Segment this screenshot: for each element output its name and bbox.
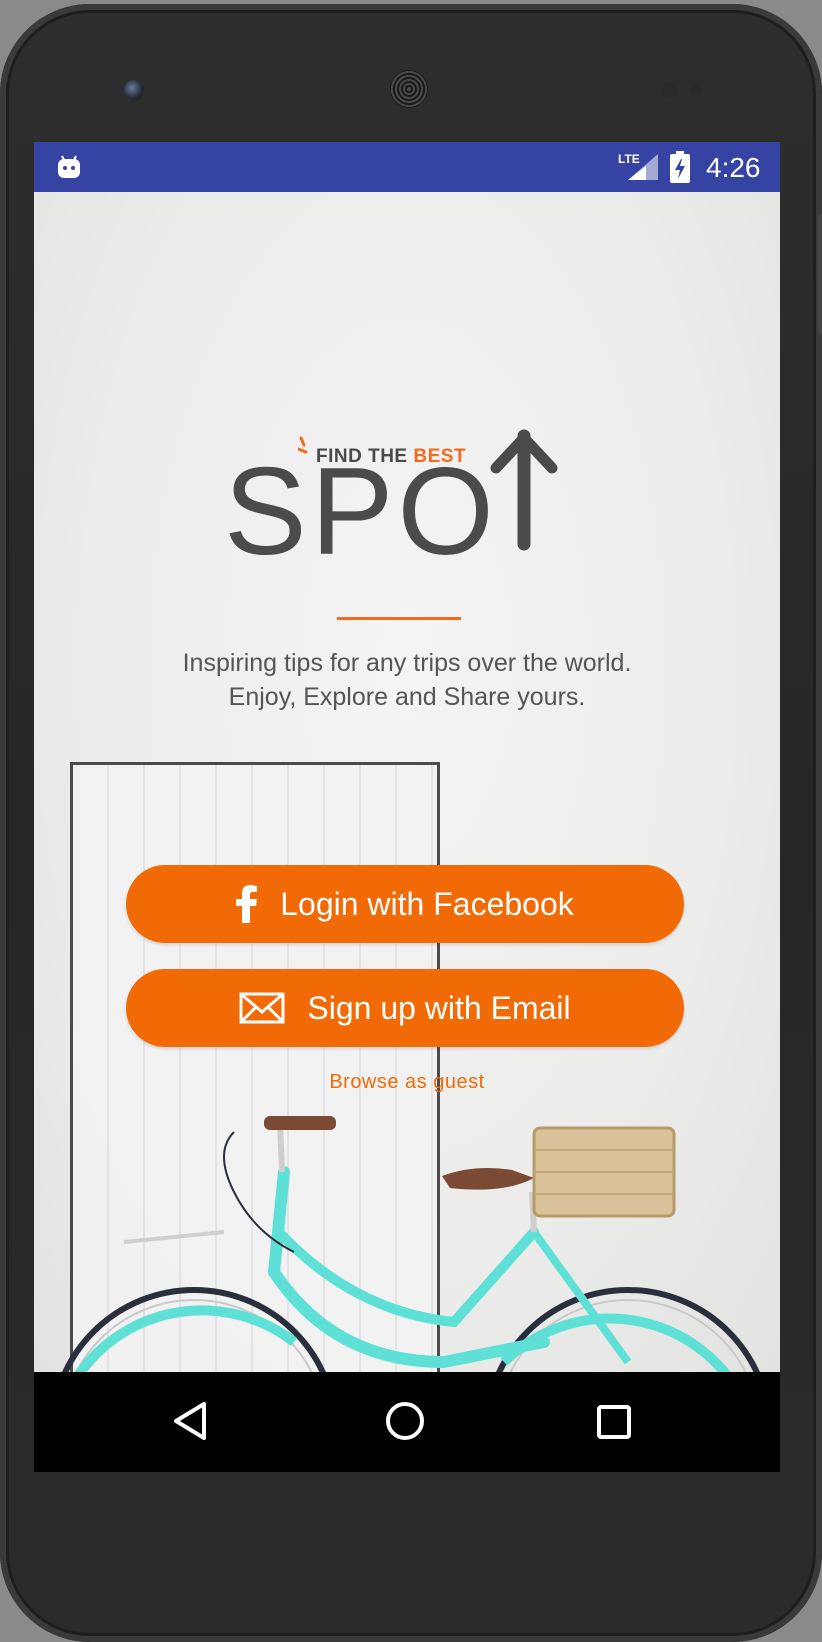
bicycle-photo [34, 1112, 780, 1372]
status-time: 4:26 [706, 152, 761, 183]
recents-icon[interactable] [596, 1404, 632, 1444]
welcome-screen: FIND THE BEST SPO Inspiring tips for any… [34, 192, 780, 1372]
battery-charging-icon [670, 151, 690, 187]
login-facebook-button[interactable]: Login with Facebook [126, 865, 684, 943]
intro-line-2: Enjoy, Explore and Share yours. [228, 683, 586, 711]
intro-text: Inspiring tips for any trips over the wo… [94, 646, 720, 714]
earpiece-speaker [390, 70, 428, 108]
login-facebook-label: Login with Facebook [280, 885, 574, 922]
phone-frame: LTE 4:26 FIND THE BEST SPO Inspiring tip… [0, 4, 822, 1642]
android-notification-icon [56, 154, 82, 184]
front-camera [124, 80, 144, 100]
signup-email-button[interactable]: Sign up with Email [126, 969, 684, 1047]
lte-label: LTE [618, 152, 640, 166]
lte-signal-icon: LTE [618, 152, 664, 186]
home-icon[interactable] [384, 1400, 426, 1446]
facebook-icon [236, 885, 258, 923]
status-bar: LTE 4:26 [34, 142, 780, 192]
power-button [818, 214, 822, 334]
screen: LTE 4:26 FIND THE BEST SPO Inspiring tip… [34, 142, 780, 1472]
envelope-icon [239, 992, 285, 1024]
arrow-up-icon [490, 428, 558, 562]
logo-divider [337, 617, 461, 620]
light-sensor [690, 84, 702, 96]
proximity-sensor [662, 82, 678, 98]
logo-wordmark: SPO [224, 443, 498, 581]
intro-line-1: Inspiring tips for any trips over the wo… [182, 649, 632, 677]
signup-email-label: Sign up with Email [307, 989, 571, 1026]
back-icon[interactable] [170, 1400, 210, 1446]
browse-as-guest-link[interactable]: Browse as guest [34, 1071, 780, 1094]
system-nav-bar [34, 1372, 780, 1472]
